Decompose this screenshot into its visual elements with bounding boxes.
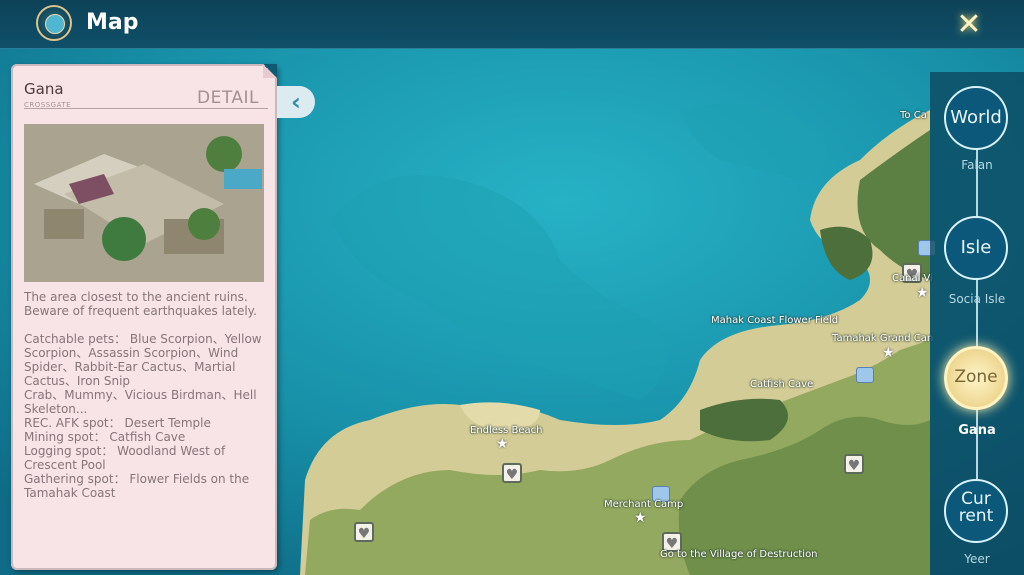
zone-preview-image <box>24 124 264 282</box>
top-bar: Map ✕ <box>0 0 1024 49</box>
map-label-mahak-coast[interactable]: Mahak Coast Flower Field <box>711 315 838 326</box>
level-zone-sub: Gana <box>958 423 996 438</box>
location-star-icon[interactable]: ★ <box>634 511 647 525</box>
level-isle-label: Isle <box>960 237 992 258</box>
favorite-heart-icon[interactable]: ♥ <box>502 463 522 483</box>
favorite-heart-icon[interactable]: ♥ <box>354 522 374 542</box>
favorite-heart-icon[interactable]: ♥ <box>844 454 864 474</box>
page-title: Map <box>86 10 139 35</box>
map-label-tamahak-grand[interactable]: Tamahak Grand Can <box>832 333 933 344</box>
level-zone-button[interactable]: Zone <box>944 346 1008 410</box>
level-isle-sub: Socia Isle <box>948 292 1006 306</box>
location-star-icon[interactable]: ★ <box>882 346 895 360</box>
level-isle-button[interactable]: Isle <box>944 216 1008 280</box>
level-world-label: World <box>950 107 1002 128</box>
level-world-sub: Falan <box>961 158 993 172</box>
close-button[interactable]: ✕ <box>952 8 986 42</box>
map-label-canal-vi[interactable]: Canal Vi <box>892 273 933 284</box>
collapse-panel-button[interactable]: ‹ <box>277 86 315 118</box>
level-current-label-2: rent <box>958 506 994 526</box>
map-label-to-ca[interactable]: To Ca <box>900 110 927 121</box>
map-level-rail: World Falan Isle Socia Isle Zone Gana Cu… <box>930 72 1024 575</box>
map-label-merchant-camp[interactable]: Merchant Camp <box>604 499 683 510</box>
level-current-label-1: Cur <box>961 489 991 509</box>
teleport-gem-icon[interactable] <box>856 367 874 383</box>
rail-connector <box>976 132 978 522</box>
detail-button[interactable]: DETAIL <box>197 88 259 108</box>
level-current-sub: Yeer <box>964 552 990 566</box>
zone-info-panel: Gana CROSSGATE DETAIL The area closest t… <box>11 64 277 570</box>
zone-description: The area closest to the ancient ruins. B… <box>24 290 262 500</box>
location-star-icon[interactable]: ★ <box>496 437 509 451</box>
location-star-icon[interactable]: ★ <box>916 286 929 300</box>
chevron-left-icon: ‹ <box>291 88 301 116</box>
panel-corner-fold <box>263 64 277 78</box>
level-world-button[interactable]: World <box>944 86 1008 150</box>
map-compass-icon <box>36 5 72 41</box>
level-zone-label: Zone <box>954 367 998 387</box>
map-label-catfish-cave[interactable]: Catfish Cave <box>750 379 813 390</box>
divider <box>24 108 268 109</box>
level-current-button[interactable]: Cur rent <box>944 479 1008 543</box>
zone-name: Gana <box>24 80 64 98</box>
map-label-village-destruction[interactable]: Go to the Village of Destruction <box>660 549 818 560</box>
map-label-endless-beach[interactable]: Endless Beach <box>470 425 543 436</box>
